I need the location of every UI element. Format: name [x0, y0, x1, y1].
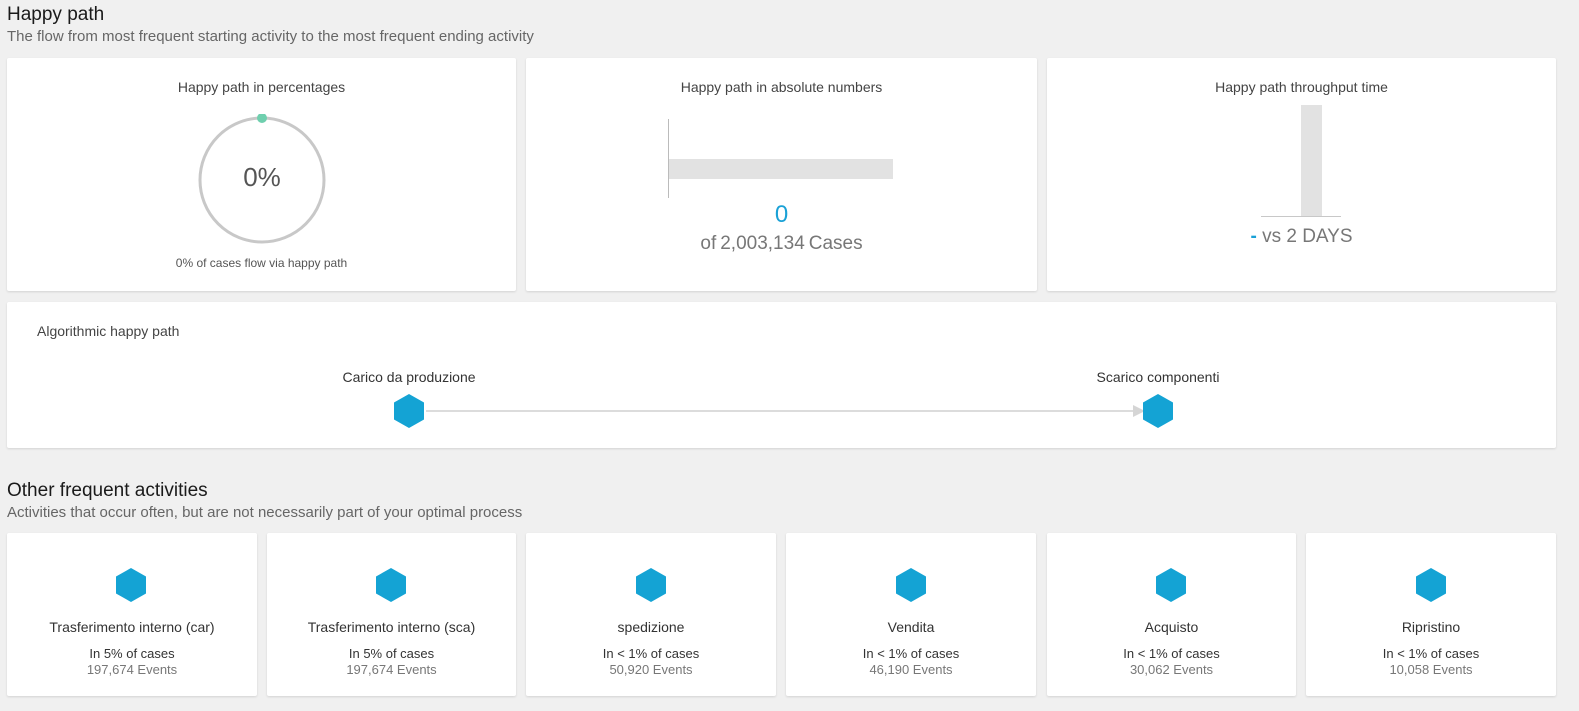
happy-path-subtitle: The flow from most frequent starting act…: [7, 28, 534, 45]
activity-events: 30,062 Events: [1129, 662, 1214, 677]
throughput-bar: [1301, 105, 1322, 217]
activity-hexagon-icon: [1416, 568, 1446, 602]
activity-percentage: In < 1% of cases: [602, 646, 700, 661]
activity-name: Ripristino: [1401, 619, 1461, 635]
absolute-unit: Cases: [808, 233, 863, 254]
absolute-total: 2,003,134: [720, 233, 805, 254]
activity-events: 46,190 Events: [869, 662, 953, 677]
start-activity-label: Carico da produzione: [342, 369, 476, 385]
percent-card-title: Happy path in percentages: [177, 79, 346, 95]
absolute-total-line: of 2,003,134 Cases: [526, 233, 1037, 255]
happy-path-throughput-card: Happy path throughput time - vs 2 DAYS: [1047, 58, 1556, 291]
percent-ring: 0%: [196, 114, 328, 246]
absolute-value: 0: [774, 201, 789, 228]
activity-percentage: In 5% of cases: [348, 646, 435, 661]
percent-value: 0%: [243, 162, 281, 192]
activity-card[interactable]: Acquisto In < 1% of cases 30,062 Events: [1047, 533, 1296, 696]
activity-name: Trasferimento interno (car): [49, 619, 215, 635]
activity-name: Acquisto: [1144, 619, 1199, 635]
activity-card[interactable]: Vendita In < 1% of cases 46,190 Events: [786, 533, 1036, 696]
happy-path-percent-card: Happy path in percentages 0% 0% of cases…: [7, 58, 516, 291]
activity-hexagon-icon: [116, 568, 146, 602]
absolute-of-label: of: [700, 233, 717, 254]
end-activity-label: Scarico componenti: [1096, 369, 1220, 385]
algorithmic-title: Algorithmic happy path: [37, 323, 180, 339]
throughput-line: - vs 2 DAYS: [1047, 226, 1556, 248]
happy-path-title: Happy path: [7, 4, 105, 25]
activity-name: spedizione: [617, 619, 685, 635]
activity-events: 50,920 Events: [609, 662, 693, 677]
throughput-value: -: [1250, 226, 1257, 247]
activity-card[interactable]: Ripristino In < 1% of cases 10,058 Event…: [1306, 533, 1556, 696]
frequent-activities-subtitle: Activities that occur often, but are not…: [7, 504, 523, 521]
activity-name: Vendita: [887, 619, 935, 635]
activity-events: 10,058 Events: [1389, 662, 1473, 677]
absolute-bar: [669, 159, 893, 179]
activity-hexagon-icon: [1156, 568, 1186, 602]
frequent-activities-title: Other frequent activities: [7, 480, 208, 501]
activity-hexagon-icon: [636, 568, 666, 602]
activity-events: 197,674 Events: [86, 662, 178, 677]
activity-hexagon-icon: [376, 568, 406, 602]
activity-percentage: In < 1% of cases: [1382, 646, 1480, 661]
throughput-reference: 2 DAYS: [1286, 226, 1353, 247]
activity-events: 197,674 Events: [346, 662, 437, 677]
activity-name: Trasferimento interno (sca): [307, 619, 476, 635]
throughput-axis: [1261, 216, 1341, 217]
activity-card[interactable]: spedizione In < 1% of cases 50,920 Event…: [526, 533, 776, 696]
ring-marker: [257, 114, 267, 123]
activity-card[interactable]: Trasferimento interno (car) In 5% of cas…: [7, 533, 257, 696]
algorithmic-happy-path-card: Algorithmic happy path Carico da produzi…: [7, 302, 1556, 448]
activity-percentage: In < 1% of cases: [1123, 646, 1220, 661]
absolute-card-title: Happy path in absolute numbers: [680, 79, 883, 95]
start-activity-hexagon-icon[interactable]: [392, 393, 426, 429]
throughput-card-title: Happy path throughput time: [1215, 79, 1388, 95]
activity-card[interactable]: Trasferimento interno (sca) In 5% of cas…: [267, 533, 516, 696]
end-activity-hexagon-icon[interactable]: [1141, 393, 1175, 429]
happy-path-absolute-card: Happy path in absolute numbers 0 of 2,003…: [526, 58, 1037, 291]
activity-hexagon-icon: [896, 568, 926, 602]
activity-percentage: In 5% of cases: [89, 646, 175, 661]
percent-caption: 0% of cases flow via happy path: [175, 256, 348, 270]
flow-connector: [426, 410, 1139, 412]
activity-percentage: In < 1% of cases: [862, 646, 960, 661]
throughput-vs-label: vs: [1262, 226, 1282, 247]
